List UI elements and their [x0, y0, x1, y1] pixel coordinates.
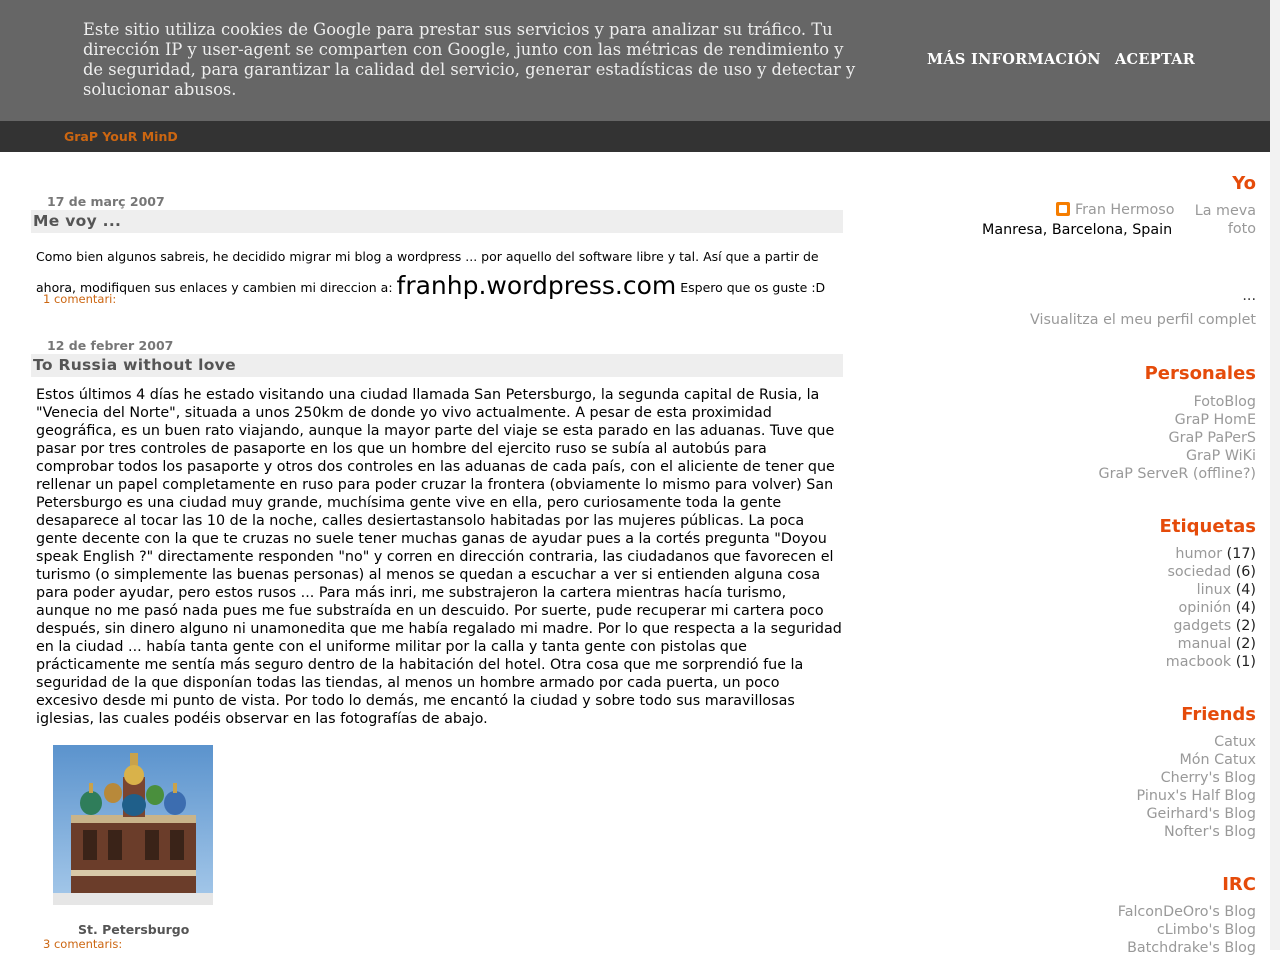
- label-item: manual (2): [1166, 635, 1256, 653]
- label-item: humor (17): [1166, 545, 1256, 563]
- personal-link[interactable]: FotoBlog: [1194, 394, 1256, 410]
- irc-link[interactable]: cLimbo's Blog: [1157, 922, 1256, 938]
- comments-link[interactable]: 3 comentaris:: [43, 937, 122, 951]
- full-profile-link[interactable]: Visualitza el meu perfil complet: [1030, 312, 1256, 328]
- personal-link[interactable]: GraP HomE: [1175, 412, 1256, 428]
- friend-link[interactable]: Cherry's Blog: [1161, 770, 1256, 786]
- profile-ellipsis: ...: [1242, 288, 1256, 304]
- profile-name-link[interactable]: Fran Hermoso: [1075, 202, 1174, 218]
- blogger-profile-icon: [1056, 202, 1070, 216]
- post-title: Me voy ...: [31, 210, 843, 233]
- label-item: macbook (1): [1166, 653, 1256, 671]
- photo-caption: St. Petersburgo: [78, 922, 190, 937]
- label-count: (1): [1235, 654, 1256, 670]
- sidebar-heading-etiquetas: Etiquetas: [1159, 516, 1256, 537]
- friend-link[interactable]: Nofter's Blog: [1164, 824, 1256, 840]
- friend-link[interactable]: Pinux's Half Blog: [1137, 788, 1256, 804]
- profile-location: Manresa, Barcelona, Spain: [982, 222, 1173, 238]
- friend-link[interactable]: Geirhard's Blog: [1146, 806, 1256, 822]
- profile-photo-link[interactable]: La meva foto: [1186, 202, 1256, 238]
- personal-link[interactable]: GraP PaPerS: [1169, 430, 1257, 446]
- scrollbar[interactable]: [1270, 0, 1280, 950]
- post-body: Estos últimos 4 días he estado visitando…: [36, 387, 842, 727]
- personal-link[interactable]: GraP ServeR (offline?): [1098, 466, 1256, 482]
- post-title: To Russia without love: [31, 354, 843, 377]
- more-info-button[interactable]: MÁS INFORMACIÓN: [927, 51, 1101, 68]
- blogger-navbar: GraP YouR MinD: [0, 121, 1270, 152]
- cookie-notice-text: Este sitio utiliza cookies de Google par…: [83, 20, 856, 99]
- sidebar-heading-profile: Yo: [1232, 173, 1256, 194]
- post-body: Como bien algunos sabreis, he decidido m…: [36, 242, 842, 302]
- label-count: (6): [1235, 564, 1256, 580]
- friends-links: Catux Món Catux Cherry's Blog Pinux's Ha…: [1137, 733, 1256, 841]
- label-item: gadgets (2): [1166, 617, 1256, 635]
- irc-link[interactable]: FalconDeOro's Blog: [1118, 904, 1256, 920]
- label-link[interactable]: humor: [1175, 546, 1222, 562]
- label-item: opinión (4): [1166, 599, 1256, 617]
- label-link[interactable]: opinión: [1179, 600, 1232, 616]
- label-link[interactable]: gadgets: [1173, 618, 1231, 634]
- label-list: humor (17) sociedad (6) linux (4) opinió…: [1166, 545, 1256, 671]
- church-photo-image: [53, 745, 213, 905]
- label-count: (2): [1235, 636, 1256, 652]
- blog-title-link[interactable]: GraP YouR MinD: [64, 129, 178, 144]
- comments-link[interactable]: 1 comentari:: [43, 292, 116, 306]
- label-count: (4): [1235, 600, 1256, 616]
- post-date-header: 12 de febrer 2007: [47, 338, 174, 353]
- personal-link[interactable]: GraP WiKi: [1186, 448, 1256, 464]
- sidebar-heading-personales: Personales: [1144, 363, 1256, 384]
- personales-links: FotoBlog GraP HomE GraP PaPerS GraP WiKi…: [1098, 393, 1256, 483]
- st-petersburg-church-photo[interactable]: [53, 745, 213, 905]
- sidebar-heading-irc: IRC: [1222, 874, 1256, 895]
- label-item: sociedad (6): [1166, 563, 1256, 581]
- post-text: Espero que os guste :D: [676, 280, 826, 295]
- label-link[interactable]: manual: [1178, 636, 1232, 652]
- label-count: (4): [1235, 582, 1256, 598]
- irc-links: FalconDeOro's Blog cLimbo's Blog Batchdr…: [1118, 903, 1256, 957]
- friend-link[interactable]: Món Catux: [1179, 752, 1256, 768]
- label-link[interactable]: macbook: [1166, 654, 1231, 670]
- wordpress-link[interactable]: franhp.wordpress.com: [397, 271, 677, 300]
- label-item: linux (4): [1166, 581, 1256, 599]
- accept-cookies-button[interactable]: ACEPTAR: [1115, 51, 1195, 68]
- post-date-header: 17 de març 2007: [47, 194, 165, 209]
- friend-link[interactable]: Catux: [1214, 734, 1256, 750]
- label-count: (2): [1235, 618, 1256, 634]
- label-count: (17): [1226, 546, 1256, 562]
- irc-link[interactable]: Batchdrake's Blog: [1127, 940, 1256, 956]
- sidebar-heading-friends: Friends: [1181, 704, 1256, 725]
- cookie-banner: Este sitio utiliza cookies de Google par…: [0, 0, 1270, 121]
- label-link[interactable]: linux: [1197, 582, 1232, 598]
- label-link[interactable]: sociedad: [1167, 564, 1231, 580]
